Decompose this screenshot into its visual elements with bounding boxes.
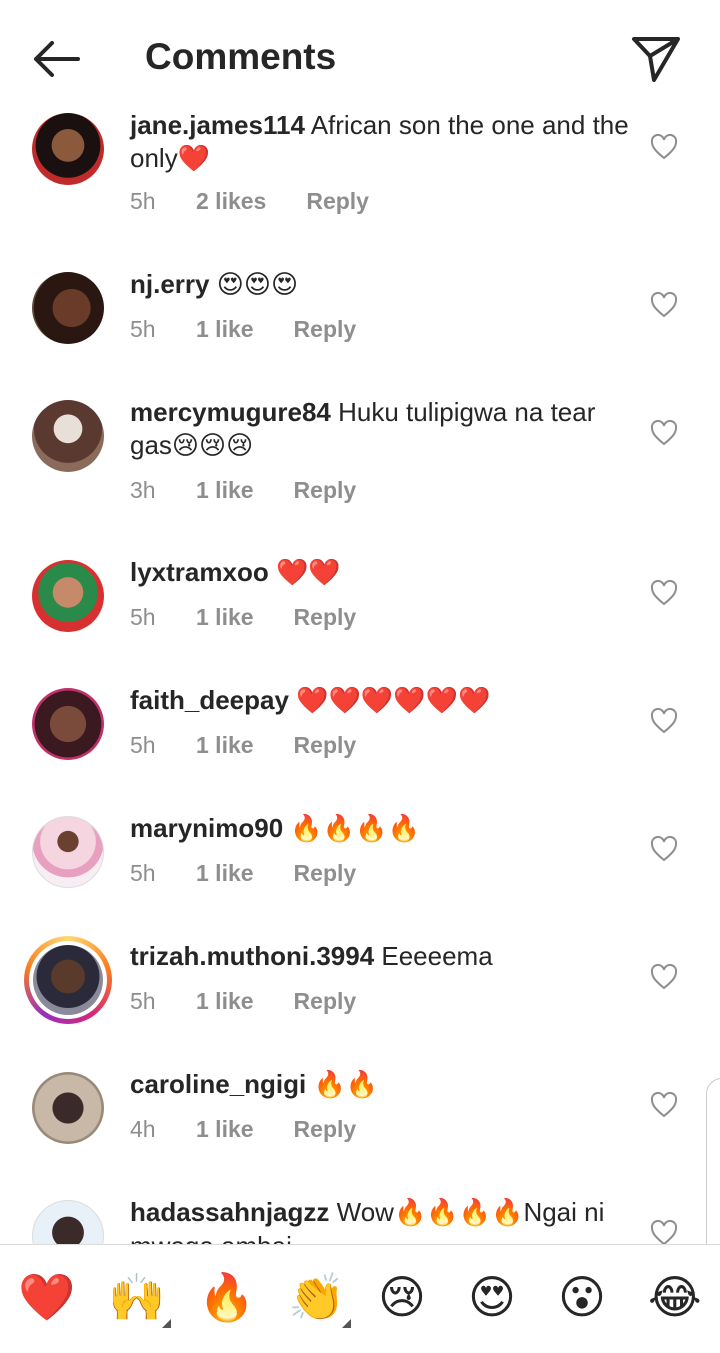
reaction-surprised-button[interactable]: 😮: [558, 1269, 614, 1325]
like-heart-icon[interactable]: [650, 708, 678, 734]
reaction-variant-indicator: [342, 1319, 351, 1328]
comment-time: 5h: [130, 604, 156, 630]
likes-count[interactable]: 1 like: [196, 988, 254, 1015]
comment-time: 5h: [130, 188, 156, 214]
comment-time: 5h: [130, 732, 156, 758]
comment-text: lyxtramxoo ❤️❤️: [130, 556, 630, 590]
likes-count[interactable]: 1 like: [196, 860, 254, 887]
reaction-crying-button[interactable]: 😢: [378, 1269, 434, 1325]
comment-text: faith_deepay ❤️❤️❤️❤️❤️❤️: [130, 684, 630, 718]
comment-meta: 5h 1 like Reply: [130, 860, 356, 887]
reply-button[interactable]: Reply: [294, 477, 357, 504]
comment-username[interactable]: jane.james114: [130, 110, 305, 140]
comment-time: 5h: [130, 860, 156, 886]
send-direct-icon[interactable]: [630, 34, 682, 84]
reaction-heart-eyes-button[interactable]: 😍: [468, 1269, 524, 1325]
comment-username[interactable]: mercymugure84: [130, 397, 331, 427]
comment-meta: 5h 2 likes Reply: [130, 188, 369, 215]
comment-username[interactable]: hadassahnjagzz: [130, 1197, 329, 1227]
quick-reaction-bar: ❤️ 🙌 🔥 👏 😢 😍 😮 😂: [0, 1245, 720, 1353]
comment-text: marynimo90 🔥🔥🔥🔥: [130, 812, 630, 846]
avatar[interactable]: [32, 113, 104, 185]
like-heart-icon[interactable]: [650, 964, 678, 990]
comment-body: [210, 269, 217, 299]
avatar[interactable]: [32, 272, 104, 344]
header: Comments: [0, 0, 720, 112]
comment-username[interactable]: faith_deepay: [130, 685, 289, 715]
comment-emoji: 🔥🔥: [313, 1070, 379, 1100]
like-heart-icon[interactable]: [650, 134, 678, 160]
comment-body: Eeeeema: [374, 941, 493, 971]
reaction-raised-hands-button[interactable]: 🙌: [108, 1269, 165, 1325]
comment-text: mercymugure84 Huku tulipigwa na tear gas…: [130, 396, 630, 463]
avatar[interactable]: [32, 1072, 104, 1144]
comment-text: nj.erry 😍😍😍: [130, 268, 630, 302]
reply-button[interactable]: Reply: [294, 1116, 357, 1143]
reaction-fire-button[interactable]: 🔥: [198, 1269, 255, 1325]
reply-button[interactable]: Reply: [294, 316, 357, 343]
reaction-heart-button[interactable]: ❤️: [18, 1269, 75, 1325]
reply-button[interactable]: Reply: [294, 604, 357, 631]
reaction-laughing-button[interactable]: 😂: [648, 1269, 704, 1325]
comment-emoji: 🔥🔥🔥🔥: [393, 1198, 524, 1228]
comment-meta: 5h 1 like Reply: [130, 988, 356, 1015]
like-heart-icon[interactable]: [650, 420, 678, 446]
comment-emoji: ❤️❤️❤️❤️❤️❤️: [296, 686, 491, 716]
comment-meta: 5h 1 like Reply: [130, 604, 356, 631]
comment-emoji: 😍😍😍: [216, 270, 299, 300]
avatar-ring-gap: [29, 941, 107, 1019]
likes-count[interactable]: 1 like: [196, 732, 254, 759]
comment-username[interactable]: nj.erry: [130, 269, 210, 299]
comment-text: hadassahnjagzz Wow🔥🔥🔥🔥Ngai ni mwega amba…: [130, 1196, 630, 1245]
avatar[interactable]: [32, 816, 104, 888]
comment-body: [306, 1069, 313, 1099]
likes-count[interactable]: 1 like: [196, 477, 254, 504]
reply-button[interactable]: Reply: [294, 732, 357, 759]
comment-emoji: ❤️: [177, 144, 211, 174]
comment-username[interactable]: marynimo90: [130, 813, 283, 843]
like-heart-icon[interactable]: [650, 1092, 678, 1118]
comment-time: 4h: [130, 1116, 156, 1142]
likes-count[interactable]: 2 likes: [196, 188, 266, 215]
comment-text: caroline_ngigi 🔥🔥: [130, 1068, 630, 1102]
avatar[interactable]: [32, 1200, 104, 1245]
comment-body: Wow: [329, 1197, 394, 1227]
comment-body: [269, 557, 276, 587]
comment-meta: 5h 1 like Reply: [130, 316, 356, 343]
page-title: Comments: [145, 36, 337, 77]
comment-emoji: 😢😢😢: [171, 431, 254, 461]
avatar: [33, 945, 103, 1015]
likes-count[interactable]: 1 like: [196, 1116, 254, 1143]
like-heart-icon[interactable]: [650, 1220, 678, 1245]
reaction-variant-indicator: [162, 1319, 171, 1328]
like-heart-icon[interactable]: [650, 836, 678, 862]
avatar[interactable]: [32, 560, 104, 632]
comment-time: 5h: [130, 316, 156, 342]
story-ring-avatar[interactable]: [24, 936, 112, 1024]
comment-emoji: ❤️❤️: [275, 558, 341, 588]
avatar[interactable]: [32, 688, 104, 760]
comment-text: trizah.muthoni.3994 Eeeeema: [130, 940, 630, 973]
comment-username[interactable]: caroline_ngigi: [130, 1069, 306, 1099]
comment-text: jane.james114 African son the one and th…: [130, 109, 630, 176]
comment-username[interactable]: lyxtramxoo: [130, 557, 269, 587]
reaction-clap-button[interactable]: 👏: [288, 1269, 345, 1325]
avatar[interactable]: [32, 400, 104, 472]
comment-meta: 3h 1 like Reply: [130, 477, 356, 504]
reply-button[interactable]: Reply: [306, 188, 369, 215]
likes-count[interactable]: 1 like: [196, 604, 254, 631]
comment-time: 5h: [130, 988, 156, 1014]
comment-username[interactable]: trizah.muthoni.3994: [130, 941, 374, 971]
comment-list[interactable]: jane.james114 African son the one and th…: [0, 100, 720, 1245]
comment-time: 3h: [130, 477, 156, 503]
likes-count[interactable]: 1 like: [196, 316, 254, 343]
back-arrow-icon[interactable]: [30, 38, 82, 80]
comment-emoji: 🔥🔥🔥🔥: [290, 814, 420, 844]
comment-meta: 4h 1 like Reply: [130, 1116, 356, 1143]
reply-button[interactable]: Reply: [294, 860, 357, 887]
like-heart-icon[interactable]: [650, 580, 678, 606]
comment-meta: 5h 1 like Reply: [130, 732, 356, 759]
like-heart-icon[interactable]: [650, 292, 678, 318]
reply-button[interactable]: Reply: [294, 988, 357, 1015]
